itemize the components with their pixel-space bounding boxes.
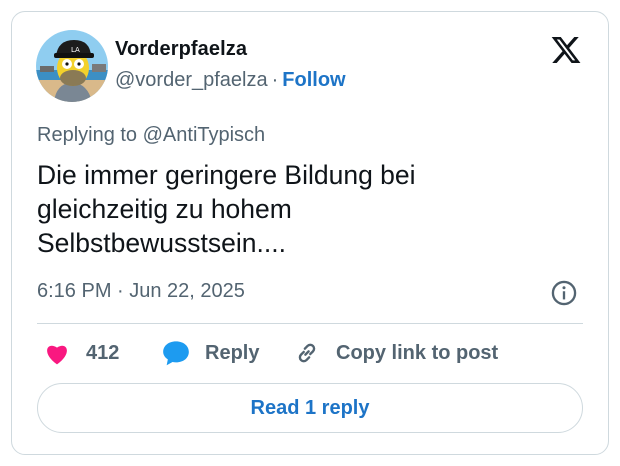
reply-label: Reply	[205, 341, 260, 364]
copy-link-button[interactable]: Copy link to post	[292, 336, 498, 370]
svg-text:LA: LA	[71, 46, 80, 54]
speech-bubble-icon	[161, 340, 191, 366]
tweet-timestamp[interactable]: 6:16 PM · Jun 22, 2025	[37, 280, 245, 303]
tweet-text: Die immer geringere Bildung bei gleichze…	[37, 160, 416, 258]
avatar[interactable]: LA	[36, 30, 108, 102]
read-replies-label: Read 1 reply	[250, 396, 370, 419]
handle-row: @vorder_pfaelza · Follow	[115, 69, 346, 92]
read-replies-button[interactable]: Read 1 reply	[37, 383, 583, 433]
reply-button[interactable]: Reply	[161, 336, 259, 370]
author-handle[interactable]: @vorder_pfaelza	[115, 69, 268, 91]
link-icon	[292, 340, 322, 366]
x-logo-icon[interactable]	[549, 34, 583, 66]
info-icon[interactable]	[550, 279, 578, 307]
like-button[interactable]: 412	[42, 336, 119, 370]
replying-to-label[interactable]: Replying to @AntiTypisch	[37, 124, 265, 147]
author-name[interactable]: Vorderpfaelza	[115, 38, 247, 61]
like-count: 412	[86, 341, 120, 364]
avatar-image: LA	[36, 30, 108, 102]
heart-icon	[42, 341, 72, 365]
action-bar: 412 Reply Copy link to post	[37, 336, 585, 370]
copy-link-label: Copy link to post	[336, 341, 499, 364]
handle-separator: ·	[271, 69, 279, 91]
tweet-card: LA Vorderpfaelza @vorder_pfaelza · Follow …	[11, 11, 609, 455]
divider	[37, 323, 583, 324]
follow-button[interactable]: Follow	[282, 69, 345, 91]
